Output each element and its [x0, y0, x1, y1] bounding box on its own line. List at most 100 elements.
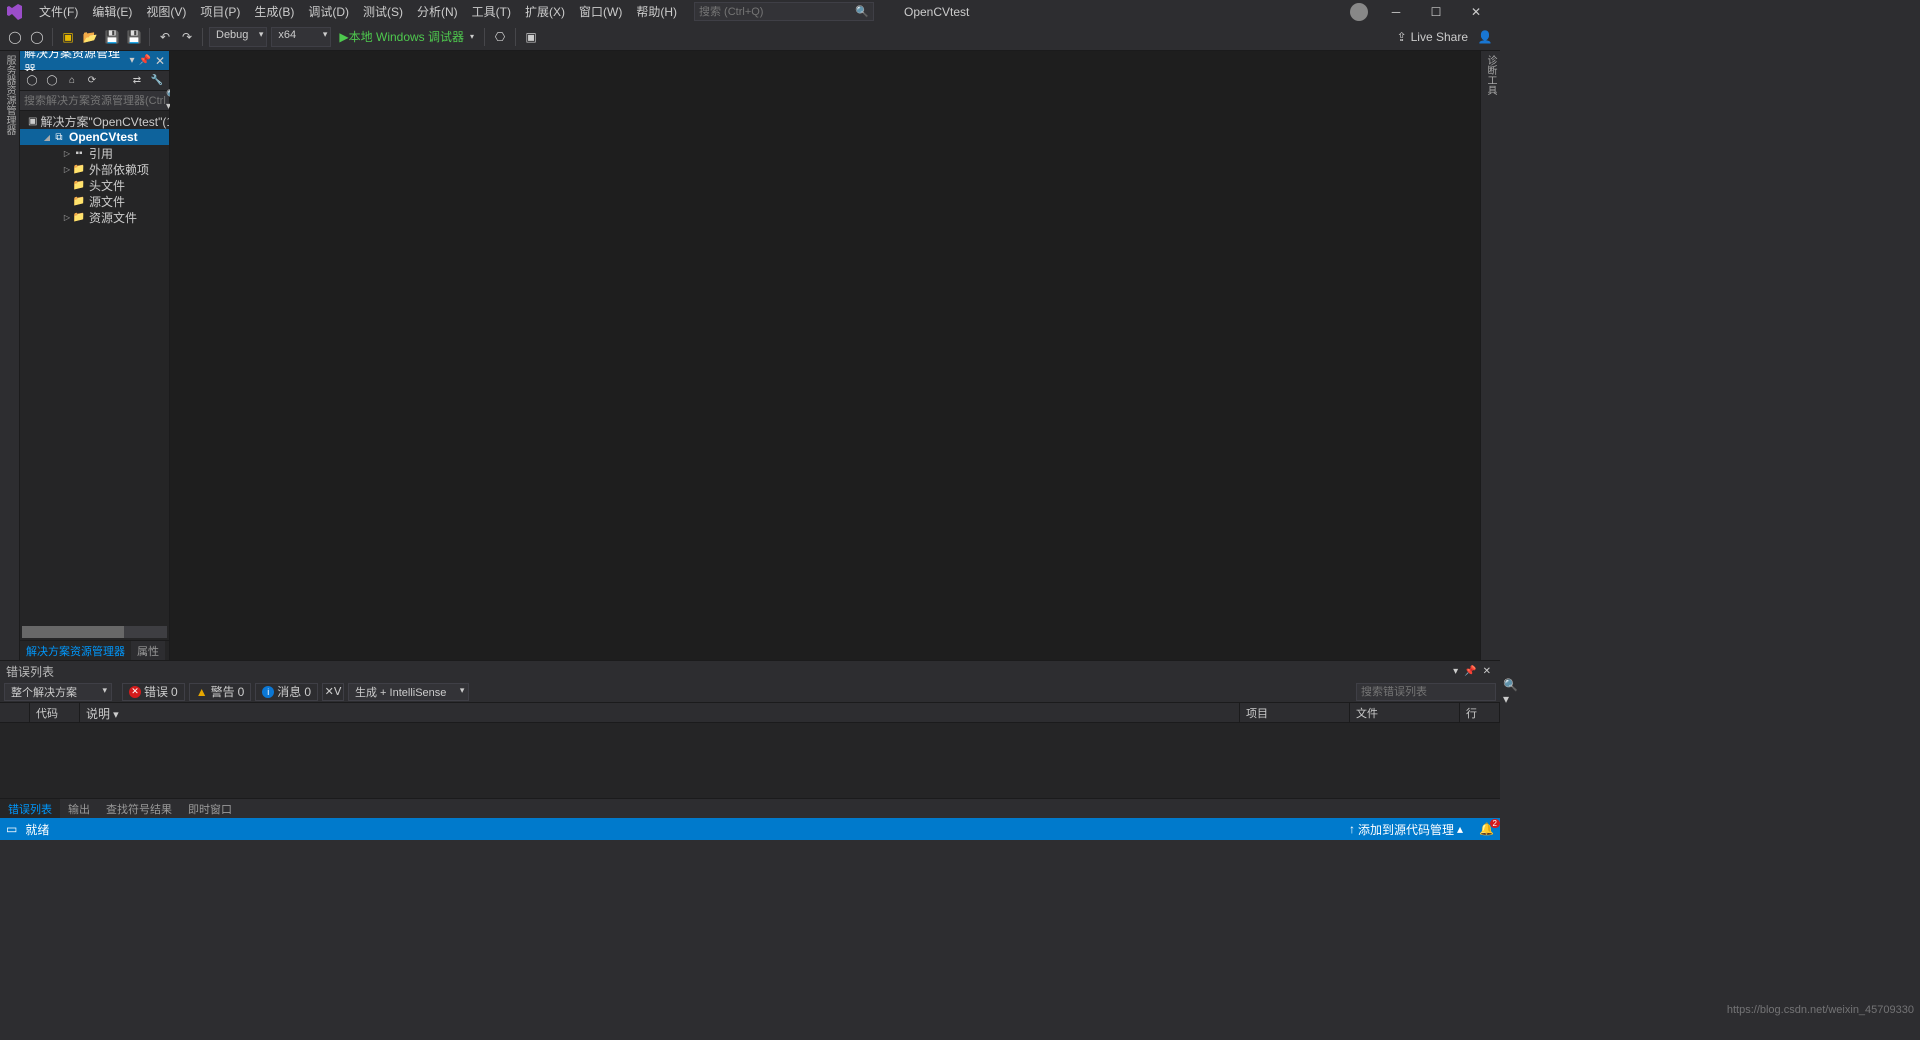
external-deps-node[interactable]: ▷ 📁 外部依赖项 [20, 161, 169, 177]
expand-icon[interactable]: ▷ [62, 212, 72, 222]
menu-file[interactable]: 文件(F) [32, 0, 85, 23]
new-project-button[interactable]: ▣ [57, 26, 79, 48]
minimize-button[interactable]: ─ [1376, 1, 1416, 23]
menu-bar: 文件(F) 编辑(E) 视图(V) 项目(P) 生成(B) 调试(D) 测试(S… [0, 0, 1500, 23]
notifications-count: 2 [1490, 819, 1500, 828]
left-dock-tabs: 服务器资源管理器 [0, 51, 20, 660]
save-button[interactable]: 💾 [101, 26, 123, 48]
menu-debug[interactable]: 调试(D) [301, 0, 356, 23]
menu-build[interactable]: 生成(B) [247, 0, 301, 23]
user-avatar[interactable] [1350, 3, 1368, 21]
solution-explorer-pane: 解决方案资源管理器 ▾ 📌 ✕ ◯ ◯ ⌂ ⟳ ⇄ 🔧 🔍▾ ▣ 解决方案"Op… [20, 51, 170, 660]
clear-filter-button[interactable]: ✕ᐯ [322, 683, 344, 701]
start-debug-button[interactable]: ▶ 本地 Windows 调试器 [333, 27, 480, 47]
error-icon: ✕ [129, 686, 141, 698]
quick-launch-search[interactable]: 🔍 [694, 2, 874, 21]
maximize-button[interactable]: ☐ [1416, 1, 1456, 23]
error-list-header: 错误列表 ▾ 📌 ✕ [0, 661, 1500, 681]
expand-icon[interactable]: ▷ [62, 164, 72, 174]
error-list-search-input[interactable] [1361, 686, 1503, 698]
expand-icon[interactable]: ▷ [62, 148, 72, 158]
headers-node[interactable]: 📁 头文件 [20, 177, 169, 193]
close-window-button[interactable]: ✕ [1456, 1, 1496, 23]
folder-icon: 📁 [72, 178, 86, 192]
resources-node[interactable]: ▷ 📁 资源文件 [20, 209, 169, 225]
tab-find-symbol[interactable]: 查找符号结果 [98, 799, 180, 818]
diagnostics-tab[interactable]: 诊断工具 [1481, 51, 1500, 99]
search-icon: 🔍 [855, 5, 869, 18]
messages-filter[interactable]: i 消息 0 [255, 683, 318, 701]
horizontal-scrollbar[interactable] [22, 626, 167, 638]
solution-config-dropdown[interactable]: Debug [209, 27, 267, 47]
tab-immediate[interactable]: 即时窗口 [180, 799, 240, 818]
notifications-button[interactable]: 🔔 2 [1479, 822, 1494, 836]
tab-properties[interactable]: 属性 [131, 641, 165, 660]
source-dropdown[interactable]: 生成 + IntelliSense [348, 683, 469, 701]
error-list-search[interactable]: 🔍▾ [1356, 683, 1496, 701]
solution-platform-dropdown[interactable]: x64 [271, 27, 331, 47]
add-source-control[interactable]: ↑ 添加到源代码管理 ▴ [1349, 821, 1463, 838]
add-icon: ↑ [1349, 822, 1355, 836]
col-desc[interactable]: 说明 ▾ [80, 703, 1240, 722]
dropdown-icon[interactable]: ▾ [1453, 666, 1458, 677]
status-bar: ▭ 就绪 ↑ 添加到源代码管理 ▴ 🔔 2 [0, 818, 1500, 840]
back-icon[interactable]: ◯ [24, 73, 40, 89]
expand-icon[interactable]: ◢ [42, 132, 52, 142]
live-share-button[interactable]: ⇪ Live Share [1397, 30, 1468, 44]
toolbar-btn-misc2[interactable]: ▣ [520, 26, 542, 48]
dropdown-icon[interactable]: ▾ [129, 55, 134, 66]
warnings-filter[interactable]: ▲ 警告 0 [189, 683, 252, 701]
pin-icon[interactable]: 📌 [1464, 666, 1476, 677]
menu-analyze[interactable]: 分析(N) [410, 0, 465, 23]
references-node[interactable]: ▷ ▪▪ 引用 [20, 145, 169, 161]
redo-button[interactable]: ↷ [176, 26, 198, 48]
menu-view[interactable]: 视图(V) [139, 0, 193, 23]
menu-help[interactable]: 帮助(H) [629, 0, 684, 23]
error-list-pane: 错误列表 ▾ 📌 ✕ 整个解决方案 ✕ 错误 0 ▲ 警告 0 i 消息 0 ✕… [0, 660, 1500, 818]
solution-node[interactable]: ▣ 解决方案"OpenCVtest"(1 个项目) [20, 113, 169, 129]
col-icon[interactable] [0, 703, 30, 722]
errors-filter[interactable]: ✕ 错误 0 [122, 683, 185, 701]
save-all-button[interactable]: 💾 [123, 26, 145, 48]
col-file[interactable]: 文件 [1350, 703, 1460, 722]
showall-icon[interactable]: ⇄ [129, 73, 145, 89]
close-pane-icon[interactable]: ✕ [1483, 666, 1491, 677]
server-explorer-tab[interactable]: 服务器资源管理器 [0, 51, 19, 139]
menu-window[interactable]: 窗口(W) [572, 0, 629, 23]
close-pane-icon[interactable]: ✕ [155, 54, 165, 68]
sync-icon[interactable]: ⟳ [84, 73, 100, 89]
solution-explorer-search-input[interactable] [24, 95, 166, 107]
live-share-icon: ⇪ [1397, 30, 1407, 44]
project-node[interactable]: ◢ ⧉ OpenCVtest [20, 129, 169, 145]
menu-project[interactable]: 项目(P) [193, 0, 247, 23]
menu-test[interactable]: 测试(S) [356, 0, 410, 23]
side-pane-tabs: 解决方案资源管理器 属性 [20, 640, 169, 660]
feedback-icon[interactable]: ▭ [6, 822, 17, 836]
tab-error-list[interactable]: 错误列表 [0, 799, 60, 818]
open-file-button[interactable]: 📂 [79, 26, 101, 48]
col-code[interactable]: 代码 [30, 703, 80, 722]
info-icon: i [262, 686, 274, 698]
undo-button[interactable]: ↶ [154, 26, 176, 48]
col-line[interactable]: 行 [1460, 703, 1500, 722]
forward-button[interactable]: ◯ [26, 26, 48, 48]
menu-extensions[interactable]: 扩展(X) [518, 0, 572, 23]
properties-icon[interactable]: 🔧 [149, 73, 165, 89]
solution-tree: ▣ 解决方案"OpenCVtest"(1 个项目) ◢ ⧉ OpenCVtest… [20, 111, 169, 626]
tab-solution-explorer[interactable]: 解决方案资源管理器 [20, 641, 131, 660]
solution-explorer-search[interactable]: 🔍▾ [20, 91, 169, 111]
sources-node[interactable]: 📁 源文件 [20, 193, 169, 209]
folder-icon: 📁 [72, 194, 86, 208]
tab-output[interactable]: 输出 [60, 799, 98, 818]
quick-launch-input[interactable] [699, 6, 855, 18]
menu-tools[interactable]: 工具(T) [465, 0, 518, 23]
menu-edit[interactable]: 编辑(E) [85, 0, 139, 23]
back-button[interactable]: ◯ [4, 26, 26, 48]
col-project[interactable]: 项目 [1240, 703, 1350, 722]
feedback-button[interactable]: 👤 [1474, 26, 1496, 48]
home-icon[interactable]: ⌂ [64, 73, 80, 89]
toolbar-btn-misc1[interactable]: ⎔ [489, 26, 511, 48]
scope-dropdown[interactable]: 整个解决方案 [4, 683, 112, 701]
forward-icon[interactable]: ◯ [44, 73, 60, 89]
pin-icon[interactable]: 📌 [138, 55, 150, 66]
